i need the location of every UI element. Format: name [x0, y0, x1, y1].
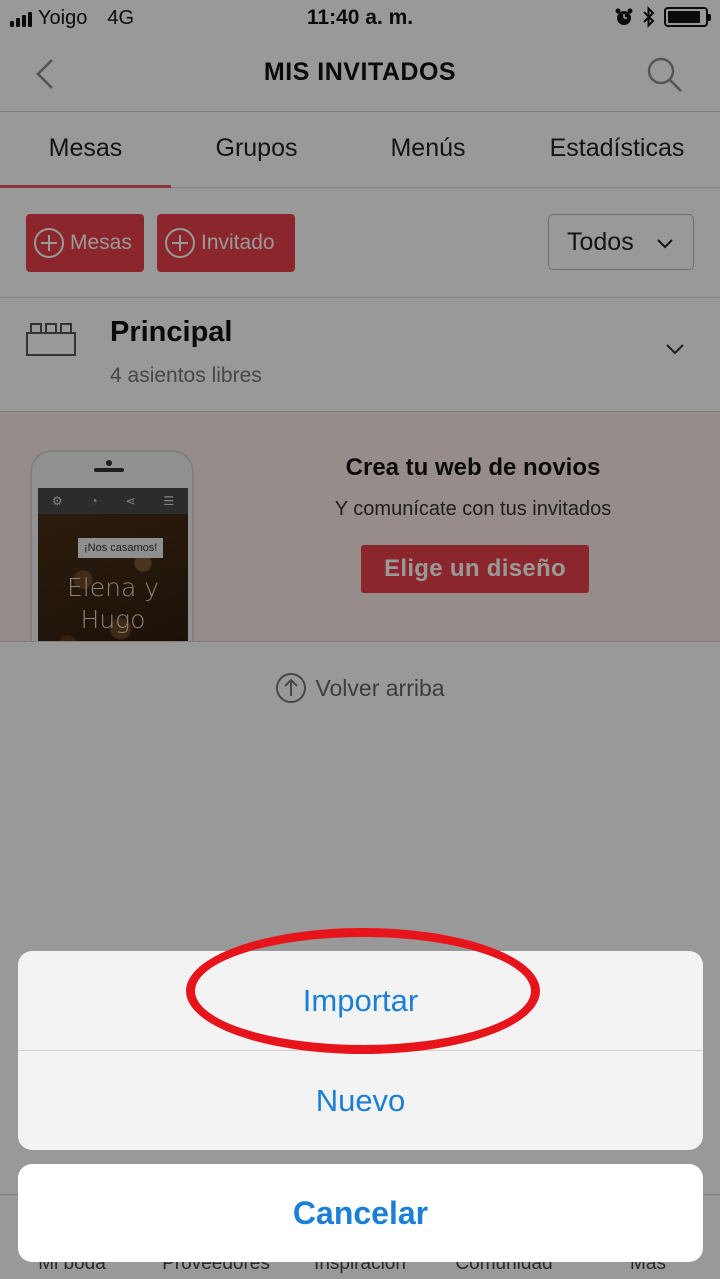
highlight-ellipse: [186, 928, 540, 1054]
cancel-button[interactable]: Cancelar: [18, 1164, 703, 1262]
new-option[interactable]: Nuevo: [18, 1051, 703, 1150]
